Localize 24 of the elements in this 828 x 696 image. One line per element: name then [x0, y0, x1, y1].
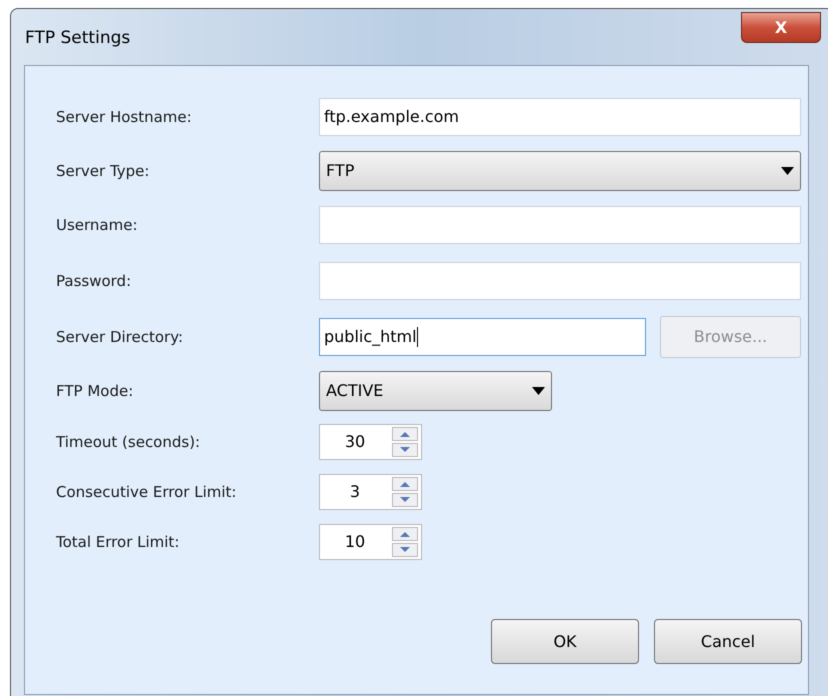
field-label: Server Type:: [56, 160, 150, 182]
caret-icon: [532, 387, 545, 395]
field-label: FTP Mode:: [56, 380, 134, 402]
input-field[interactable]: ftp.example.com: [319, 98, 801, 136]
number-spinner[interactable]: 30: [319, 424, 422, 460]
field-label: Consecutive Error Limit:: [56, 482, 238, 503]
field-label: Server Directory:: [56, 326, 184, 348]
number-spinner[interactable]: 3: [319, 474, 422, 510]
number-spinner[interactable]: 10: [319, 524, 422, 560]
input-field[interactable]: public_html: [319, 318, 646, 356]
field-label: Username:: [56, 214, 139, 236]
caret-icon: [781, 167, 794, 175]
close-button[interactable]: X: [741, 12, 821, 43]
cancel-button[interactable]: Cancel: [654, 619, 802, 664]
field-label: Password:: [56, 270, 132, 292]
field-label: Total Error Limit:: [56, 532, 180, 553]
input-field[interactable]: [319, 262, 801, 300]
input-field[interactable]: [319, 206, 801, 244]
dropdown[interactable]: ACTIVE: [319, 371, 552, 411]
ok-button[interactable]: OK: [491, 619, 639, 664]
field-label: Timeout (seconds):: [56, 432, 202, 453]
field-label: Server Hostname:: [56, 106, 193, 128]
window-title: FTP Settings: [25, 27, 130, 50]
dropdown[interactable]: FTP: [319, 151, 801, 191]
